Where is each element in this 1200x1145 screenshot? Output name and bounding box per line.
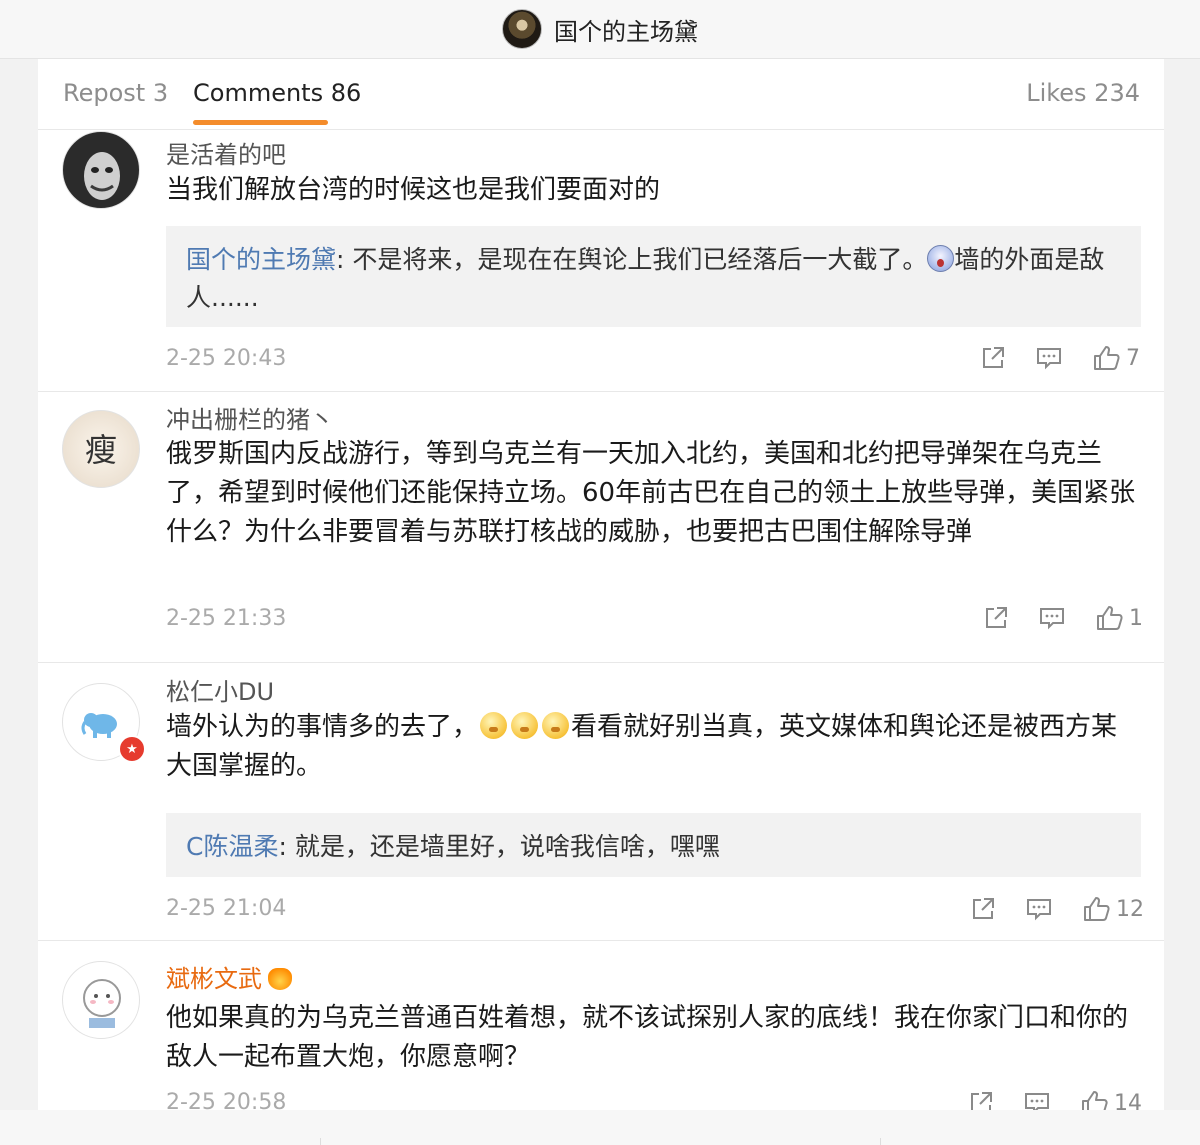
share-icon xyxy=(983,347,1004,368)
comment-username[interactable]: 是活着的吧 xyxy=(166,135,286,170)
active-tab-indicator xyxy=(193,120,328,125)
share-button[interactable] xyxy=(968,1087,994,1110)
tab-likes[interactable]: Likes 234 xyxy=(1026,79,1140,107)
avatar[interactable] xyxy=(62,131,140,209)
share-icon xyxy=(986,607,1007,628)
thumbs-up-icon xyxy=(1082,1091,1108,1110)
shush-emoji-icon xyxy=(511,712,539,739)
avatar-face-icon xyxy=(84,152,120,200)
reply-text: : 不是将来，是现在在舆论上我们已经落后一大截了。 xyxy=(336,245,928,274)
bottom-toolbar xyxy=(0,1110,1200,1145)
cartoon-avatar-icon xyxy=(83,979,121,1028)
comment-icon xyxy=(1037,348,1061,370)
reply-quote[interactable]: C陈温柔: 就是，还是墙里好，说啥我信啥，嘿嘿 xyxy=(166,813,1141,877)
comment-text: 当我们解放台湾的时候这也是我们要面对的 xyxy=(166,175,661,205)
comment-username-text: 斌彬文武 xyxy=(166,965,262,993)
share-button[interactable] xyxy=(970,893,996,925)
avatar[interactable] xyxy=(62,961,140,1039)
comments-card: Repost 3 Comments 86 Likes 234 是活着的吧 当我们… xyxy=(38,59,1164,1110)
share-icon xyxy=(973,898,994,919)
comment-item: 瘦 冲出栅栏的猪丶 俄罗斯国内反战游行，等到乌克兰有一天加入北约，美国和北约把导… xyxy=(38,392,1164,663)
likes-count: 12 xyxy=(1116,896,1144,922)
scream-emoji-icon xyxy=(927,245,955,272)
avatar[interactable]: 瘦 xyxy=(62,410,140,488)
comment-actions: 12 xyxy=(970,893,1144,925)
comment-text: 俄罗斯国内反战游行，等到乌克兰有一天加入北约，美国和北约把导弹架在乌克兰了，希望… xyxy=(166,439,1136,547)
thumbs-up-icon xyxy=(1084,897,1110,921)
likes-count: 1 xyxy=(1129,605,1143,631)
comment-icon xyxy=(1025,1093,1049,1110)
comment-text: 墙外认为的事情多的去了， 看看就好别当真，英文媒体和舆论还是被西方某大国掌握的。 xyxy=(166,708,1141,786)
reply-text: : 就是，还是墙里好，说啥我信啥，嘿嘿 xyxy=(278,832,720,861)
like-button[interactable]: 7 xyxy=(1092,342,1140,374)
like-button[interactable]: 1 xyxy=(1095,602,1143,634)
comment-actions: 1 xyxy=(983,602,1153,634)
reply-username[interactable]: C陈温柔 xyxy=(186,832,278,861)
shush-emoji-icon xyxy=(542,712,570,739)
like-button[interactable]: 14 xyxy=(1080,1087,1142,1110)
comment-actions: 14 xyxy=(968,1087,1142,1110)
likes-count: 7 xyxy=(1126,345,1140,371)
likes-count: 14 xyxy=(1114,1090,1142,1111)
comment-timestamp: 2-25 20:43 xyxy=(166,346,287,371)
comment-username[interactable]: 斌彬文武 xyxy=(166,959,292,994)
share-icon xyxy=(971,1092,992,1110)
toolbar-divider xyxy=(320,1138,321,1145)
comment-icon xyxy=(1027,899,1051,921)
comment-actions: 7 xyxy=(980,342,1150,374)
comment-item: 斌彬文武 他如果真的为乌克兰普通百姓着想，就不该试探别人家的底线！我在你家门口和… xyxy=(38,941,1164,1110)
reply-button[interactable] xyxy=(1024,1087,1050,1110)
comment-item: ★ 松仁小DU 墙外认为的事情多的去了， 看看就好别当真，英文媒体和舆论还是被西方… xyxy=(38,663,1164,941)
reply-button[interactable] xyxy=(1026,893,1052,925)
thumbs-up-icon xyxy=(1097,606,1123,630)
comment-timestamp: 2-25 21:33 xyxy=(166,606,287,631)
toolbar-divider xyxy=(880,1138,881,1145)
tab-comments[interactable]: Comments 86 xyxy=(193,79,361,107)
tab-bar: Repost 3 Comments 86 Likes 234 xyxy=(38,59,1164,130)
comment-username[interactable]: 冲出栅栏的猪丶 xyxy=(166,400,334,435)
share-button[interactable] xyxy=(980,342,1006,374)
avatar-calligraphy: 瘦 xyxy=(85,431,118,469)
reply-quote[interactable]: 国个的主场黛: 不是将来，是现在在舆论上我们已经落后一大截了。 墙的外面是敌人..… xyxy=(166,226,1141,327)
comment-icon xyxy=(1040,608,1064,630)
comment-username[interactable]: 松仁小DU xyxy=(166,672,274,707)
top-bar: 国个的主场黛 xyxy=(0,0,1200,59)
page-title[interactable]: 国个的主场黛 xyxy=(554,12,698,47)
reply-username[interactable]: 国个的主场黛 xyxy=(186,245,336,274)
comment-text-part: 墙外认为的事情多的去了， xyxy=(166,712,479,742)
comment-timestamp: 2-25 20:58 xyxy=(166,1090,287,1110)
profile-avatar[interactable] xyxy=(502,9,542,49)
share-button[interactable] xyxy=(983,602,1009,634)
comment-item: 是活着的吧 当我们解放台湾的时候这也是我们要面对的 国个的主场黛: 不是将来，是… xyxy=(38,130,1164,392)
comment-text: 他如果真的为乌克兰普通百姓着想，就不该试探别人家的底线！我在你家门口和你的敌人一… xyxy=(166,1003,1129,1072)
thumbs-up-icon xyxy=(1094,346,1120,370)
like-button[interactable]: 12 xyxy=(1082,893,1144,925)
verified-badge-icon: ★ xyxy=(118,735,146,763)
tab-repost[interactable]: Repost 3 xyxy=(63,79,168,107)
member-crown-icon xyxy=(268,968,292,990)
reply-button[interactable] xyxy=(1039,602,1065,634)
comment-timestamp: 2-25 21:04 xyxy=(166,896,287,921)
reply-button[interactable] xyxy=(1036,342,1062,374)
shush-emoji-icon xyxy=(480,712,508,739)
